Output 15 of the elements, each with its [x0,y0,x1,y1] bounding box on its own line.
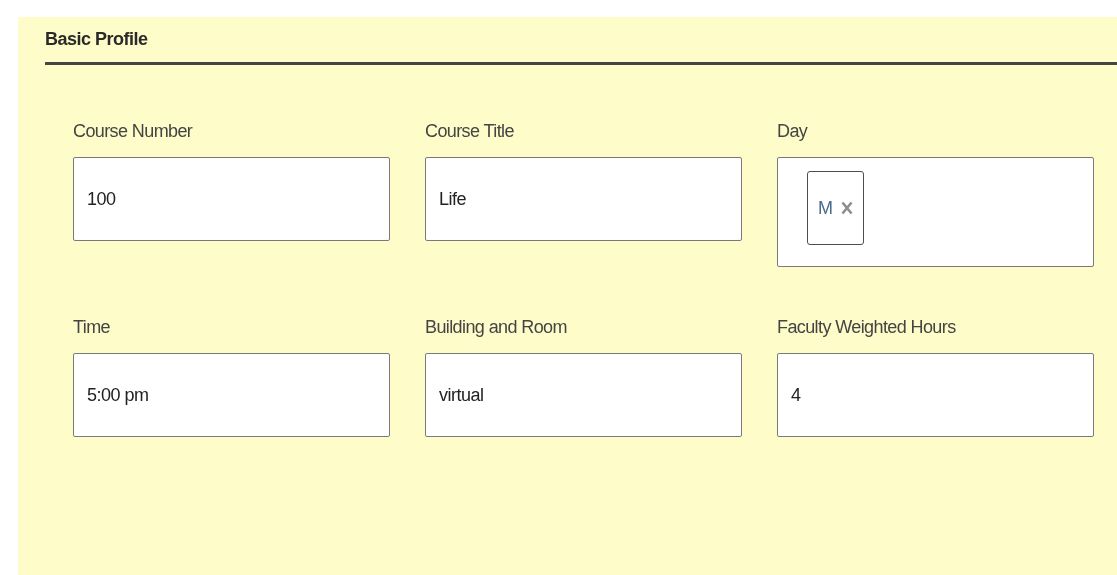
section-title: Basic Profile [45,29,148,49]
input-field[interactable]: 4 [777,353,1094,437]
field-label: Course Number [73,121,194,142]
field-label: Building and Room [425,317,568,338]
tag-chip[interactable]: M [807,171,864,245]
remove-icon[interactable] [840,201,853,215]
field-label: Day [777,121,809,142]
input-field[interactable]: 100 [73,157,390,241]
input-field[interactable]: virtual [425,353,742,437]
field-label: Faculty Weighted Hours [777,317,957,338]
field-label: Course Title [425,121,515,142]
field-label: Time [73,317,111,338]
input-field[interactable]: Life [425,157,742,241]
tag-input-field[interactable]: M [777,157,1094,267]
input-field[interactable]: 5:00 pm [73,353,390,437]
